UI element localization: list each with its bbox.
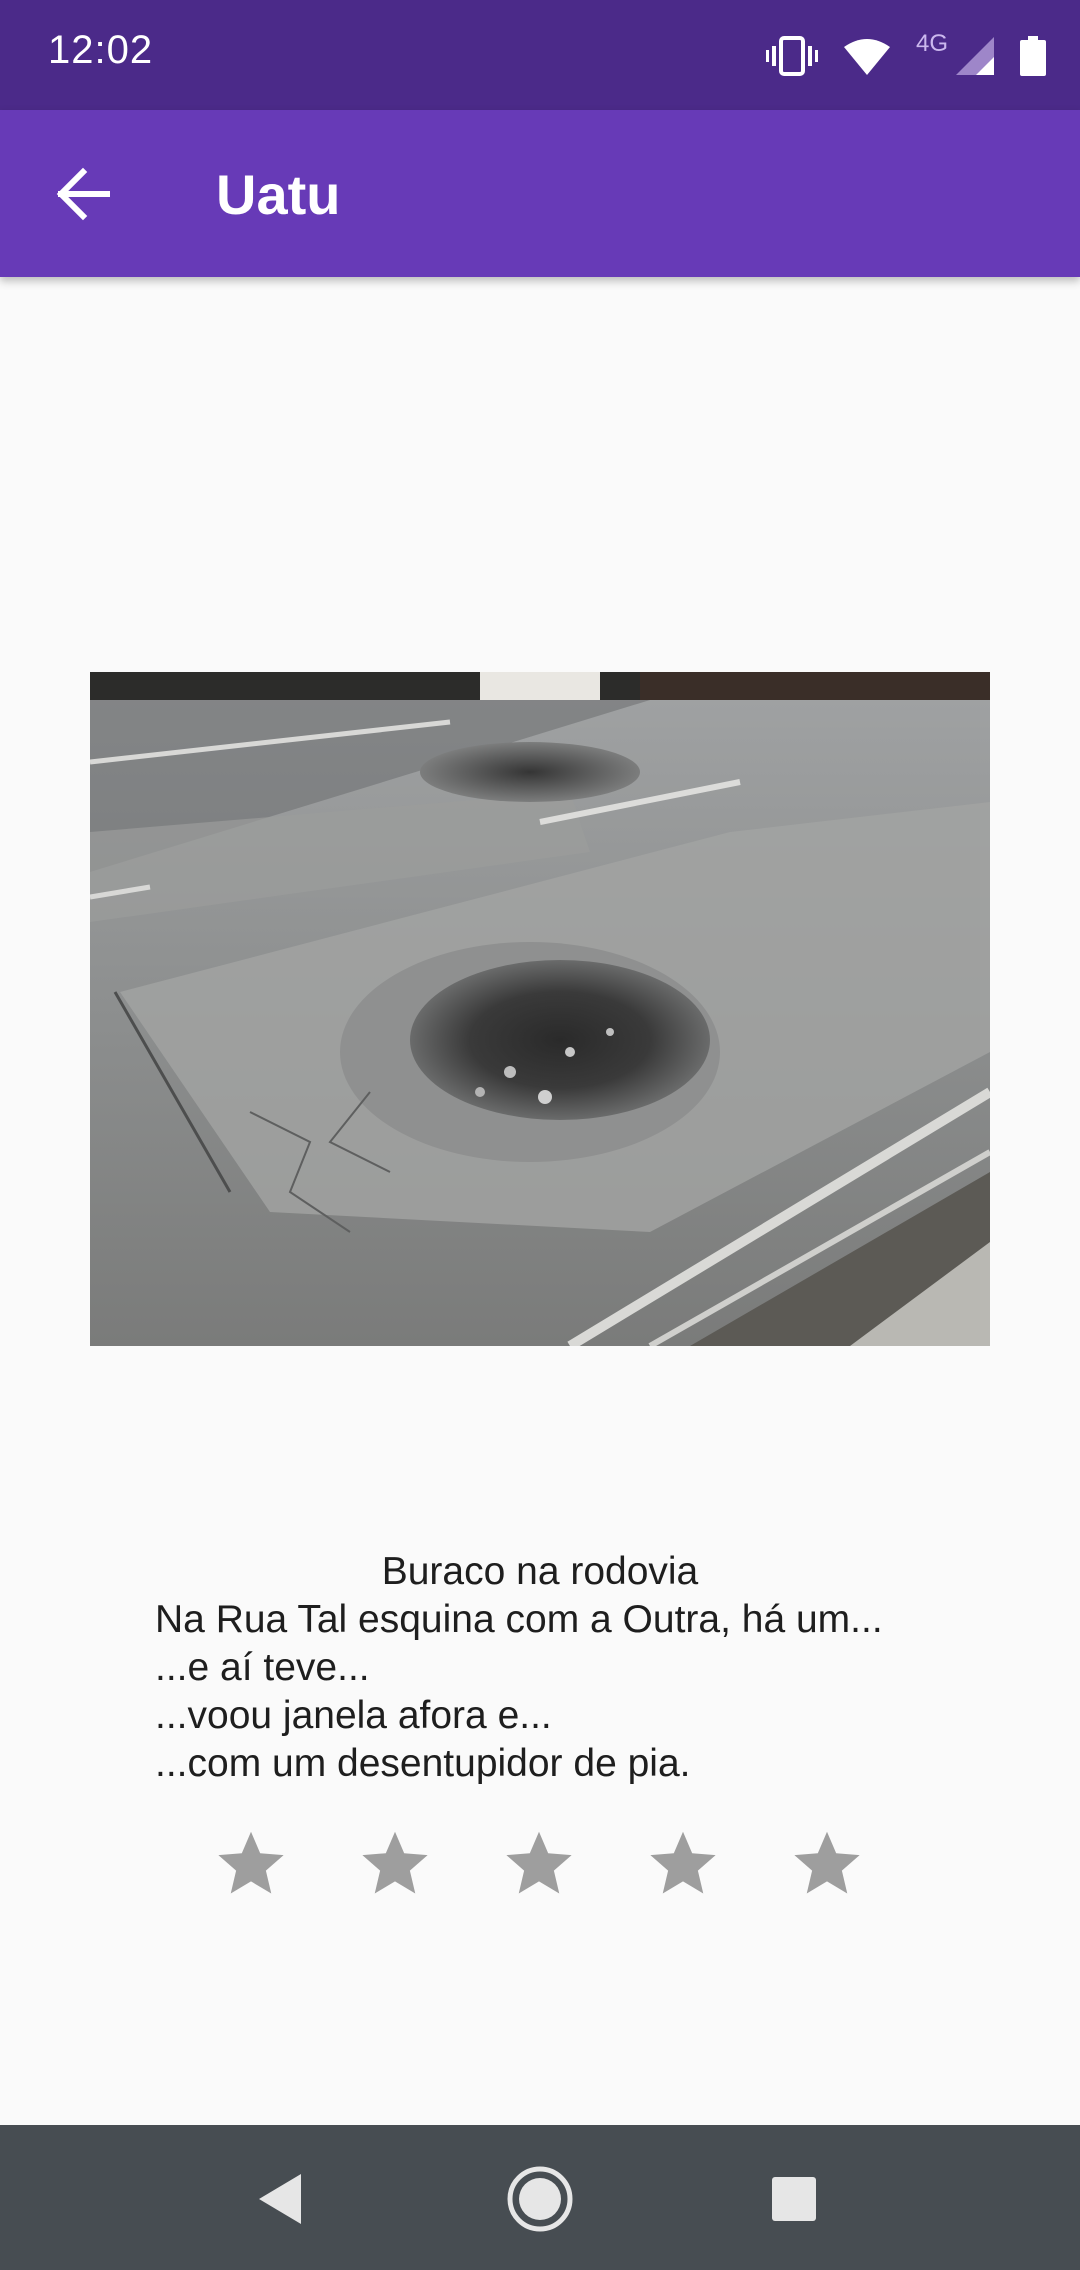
- star-icon[interactable]: [501, 1826, 577, 1902]
- report-title: Buraco na rodovia: [381, 1550, 699, 1593]
- star-icon[interactable]: [357, 1826, 433, 1902]
- network-type-label: 4G: [915, 30, 948, 57]
- cell-signal-icon: [956, 37, 994, 75]
- battery-icon: [1020, 36, 1046, 76]
- back-icon: [259, 2174, 301, 2224]
- star-icon[interactable]: [213, 1826, 289, 1902]
- vibrate-icon: [765, 36, 818, 76]
- recents-icon: [772, 2177, 816, 2221]
- status-time: 12:02: [48, 28, 154, 72]
- app-bar: Uatu: [0, 110, 1080, 277]
- back-button[interactable]: [40, 156, 126, 232]
- nav-back-button[interactable]: [240, 2159, 320, 2239]
- nav-home-button[interactable]: [500, 2159, 580, 2239]
- page-title: Uatu: [216, 163, 341, 226]
- report-description-line: Na Rua Tal esquina com a Outra, há um...: [155, 1598, 883, 1641]
- report-description-line: ...com um desentupidor de pia.: [155, 1742, 691, 1785]
- report-description-line: ...e aí teve...: [155, 1646, 370, 1689]
- arrow-back-icon: [56, 167, 110, 221]
- star-icon[interactable]: [789, 1826, 865, 1902]
- status-bar: 12:02 4G: [0, 0, 1080, 110]
- status-icons: 4G: [765, 28, 1046, 84]
- report-photo: [90, 672, 990, 1346]
- system-nav-bar: [0, 2125, 1080, 2270]
- home-icon: [507, 2166, 573, 2232]
- nav-recents-button[interactable]: [754, 2159, 834, 2239]
- wifi-icon: [843, 39, 890, 75]
- report-details: Buraco na rodovia Na Rua Tal esquina com…: [0, 1548, 1080, 1788]
- star-icon[interactable]: [645, 1826, 721, 1902]
- report-description-line: ...voou janela afora e...: [155, 1694, 552, 1737]
- rating-bar[interactable]: [0, 1826, 1080, 1902]
